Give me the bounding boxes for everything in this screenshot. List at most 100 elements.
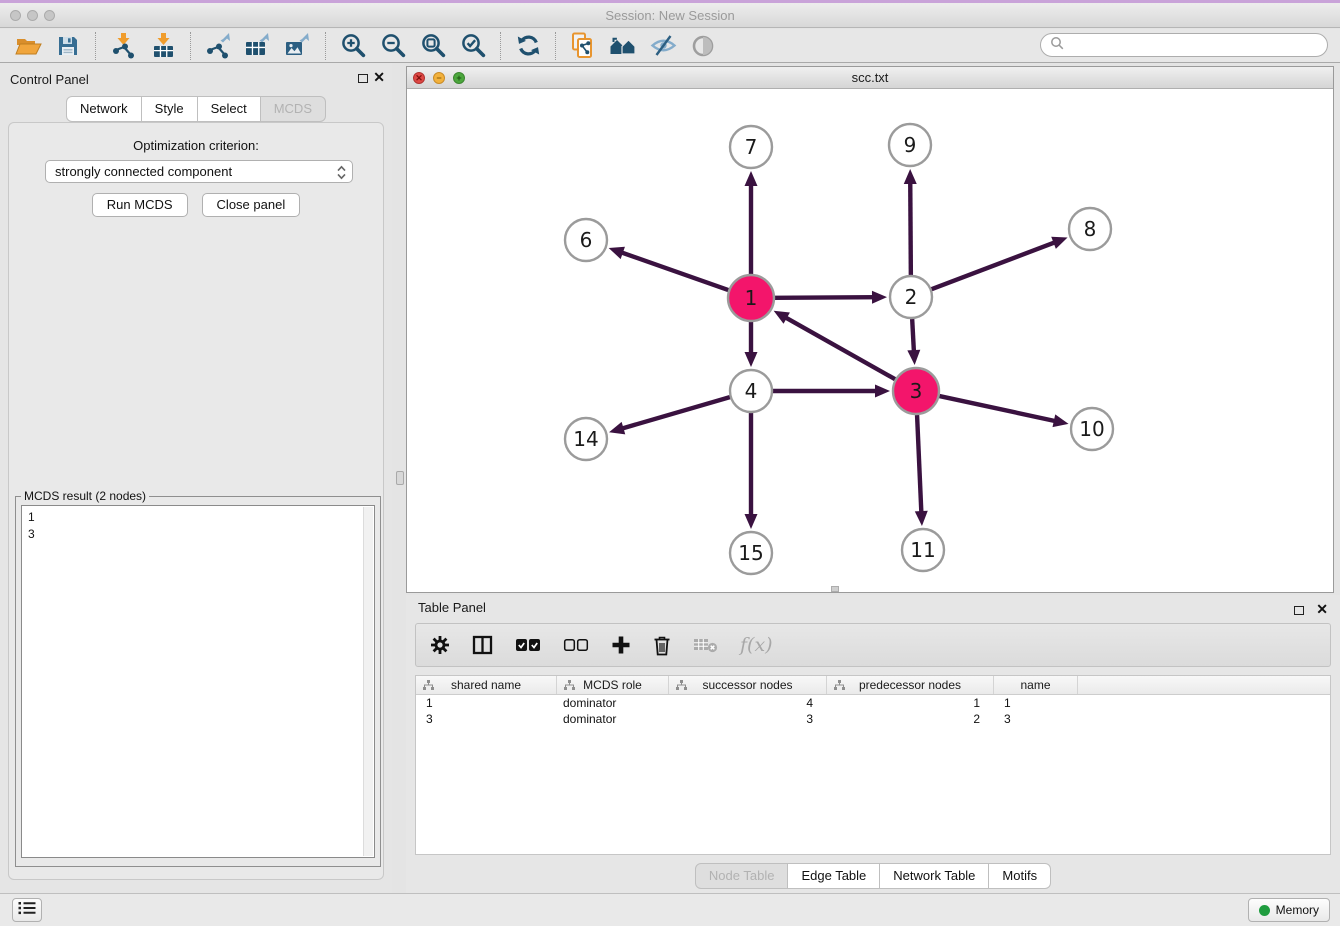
edge-4-3[interactable] (773, 385, 890, 398)
column-header-name[interactable]: name (994, 676, 1078, 694)
select-all-columns-icon[interactable] (515, 638, 541, 652)
export-table-icon[interactable] (243, 31, 273, 61)
node-7[interactable]: 7 (730, 126, 772, 168)
mcds-result-box[interactable]: 1 3 (21, 505, 375, 858)
svg-text:3: 3 (910, 379, 923, 403)
delete-table-icon[interactable] (693, 637, 718, 653)
zoom-selected-icon[interactable] (458, 31, 488, 61)
unselect-all-columns-icon[interactable] (563, 638, 589, 652)
node-8[interactable]: 8 (1069, 208, 1111, 250)
export-network-icon[interactable] (203, 31, 233, 61)
column-header-shared-name[interactable]: shared name (416, 676, 557, 694)
edge-1-2[interactable] (775, 291, 887, 304)
node-9[interactable]: 9 (889, 124, 931, 166)
table-row[interactable]: 3dominator323 (416, 711, 1330, 727)
network-minimize-icon[interactable] (433, 72, 445, 84)
tab-network[interactable]: Network (66, 96, 142, 122)
node-2[interactable]: 2 (890, 276, 932, 318)
run-mcds-button[interactable]: Run MCDS (92, 193, 188, 217)
network-canvas[interactable]: 7 9 6 8 1 2 4 3 14 10 15 11 (407, 89, 1333, 592)
network-zoom-icon[interactable] (453, 72, 465, 84)
cell[interactable]: dominator (557, 696, 669, 710)
close-panel-button[interactable]: Close panel (202, 193, 301, 217)
tab-motifs[interactable]: Motifs (989, 863, 1051, 889)
zoom-in-icon[interactable] (338, 31, 368, 61)
open-session-icon[interactable] (13, 31, 43, 61)
node-4[interactable]: 4 (730, 370, 772, 412)
edge-1-4[interactable] (745, 322, 758, 367)
tab-network-table[interactable]: Network Table (880, 863, 989, 889)
table-row[interactable]: 1dominator411 (416, 695, 1330, 711)
edge-3-11[interactable] (915, 415, 928, 526)
close-table-panel-icon[interactable] (1316, 602, 1328, 616)
task-history-button[interactable] (12, 898, 42, 922)
import-table-icon[interactable] (148, 31, 178, 61)
clone-network-icon[interactable] (568, 31, 598, 61)
mcds-result-text: 1 3 (28, 509, 35, 543)
tab-mcds[interactable]: MCDS (261, 96, 326, 122)
node-15[interactable]: 15 (730, 532, 772, 574)
column-header-MCDS-role[interactable]: MCDS role (557, 676, 669, 694)
network-close-icon[interactable] (413, 72, 425, 84)
import-network-icon[interactable] (108, 31, 138, 61)
table-options-icon[interactable] (430, 635, 450, 655)
cell[interactable]: 2 (827, 712, 994, 726)
optimization-dropdown[interactable]: strongly connected component (45, 160, 353, 183)
show-all-icon[interactable] (688, 31, 718, 61)
tab-node-table[interactable]: Node Table (695, 863, 789, 889)
tab-style[interactable]: Style (142, 96, 198, 122)
memory-button[interactable]: Memory (1248, 898, 1330, 922)
function-builder-icon[interactable]: f(x) (740, 634, 773, 656)
tab-select[interactable]: Select (198, 96, 261, 122)
cell[interactable]: 1 (994, 696, 1078, 710)
network-window: scc.txt 7968124314101511 (406, 66, 1334, 593)
close-panel-icon[interactable] (373, 70, 385, 84)
search-input[interactable] (1064, 37, 1327, 53)
node-11[interactable]: 11 (902, 529, 944, 571)
zoom-fit-icon[interactable] (418, 31, 448, 61)
edge-2-9[interactable] (904, 169, 917, 275)
add-column-icon[interactable] (611, 635, 631, 655)
node-10[interactable]: 10 (1071, 408, 1113, 450)
node-1[interactable]: 1 (728, 275, 774, 321)
edge-1-6[interactable] (609, 247, 729, 290)
column-header-predecessor-nodes[interactable]: predecessor nodes (827, 676, 994, 694)
toolbar-separator (325, 32, 326, 60)
delete-column-icon[interactable] (653, 635, 671, 656)
zoom-out-icon[interactable] (378, 31, 408, 61)
cell[interactable]: 1 (827, 696, 994, 710)
cell[interactable]: 3 (416, 712, 557, 726)
result-scrollbar[interactable] (363, 507, 373, 856)
search-field[interactable] (1040, 33, 1328, 57)
export-image-icon[interactable] (283, 31, 313, 61)
cell[interactable]: dominator (557, 712, 669, 726)
float-table-panel-icon[interactable] (1294, 606, 1304, 615)
svg-text:4: 4 (745, 379, 758, 403)
cell[interactable]: 3 (669, 712, 827, 726)
edge-2-8[interactable] (932, 237, 1068, 289)
svg-text:7: 7 (745, 135, 758, 159)
split-panel-icon[interactable] (472, 635, 493, 655)
column-header-successor-nodes[interactable]: successor nodes (669, 676, 827, 694)
edge-4-14[interactable] (609, 397, 730, 434)
cell[interactable]: 1 (416, 696, 557, 710)
edge-3-10[interactable] (939, 396, 1068, 427)
hide-selected-icon[interactable] (648, 31, 678, 61)
network-resize-grip[interactable] (831, 586, 839, 592)
node-6[interactable]: 6 (565, 219, 607, 261)
tab-edge-table[interactable]: Edge Table (788, 863, 880, 889)
first-neighbors-icon[interactable] (608, 31, 638, 61)
cell[interactable]: 4 (669, 696, 827, 710)
node-14[interactable]: 14 (565, 418, 607, 460)
refresh-layout-icon[interactable] (513, 31, 543, 61)
save-session-icon[interactable] (53, 31, 83, 61)
edge-3-1[interactable] (774, 311, 895, 379)
edge-4-15[interactable] (745, 413, 758, 529)
cell[interactable]: 3 (994, 712, 1078, 726)
float-panel-icon[interactable] (358, 74, 368, 83)
toolbar-separator (500, 32, 501, 60)
edge-2-3[interactable] (907, 319, 920, 365)
vertical-splitter-handle[interactable] (396, 471, 404, 485)
edge-1-7[interactable] (745, 171, 758, 274)
node-3[interactable]: 3 (893, 368, 939, 414)
